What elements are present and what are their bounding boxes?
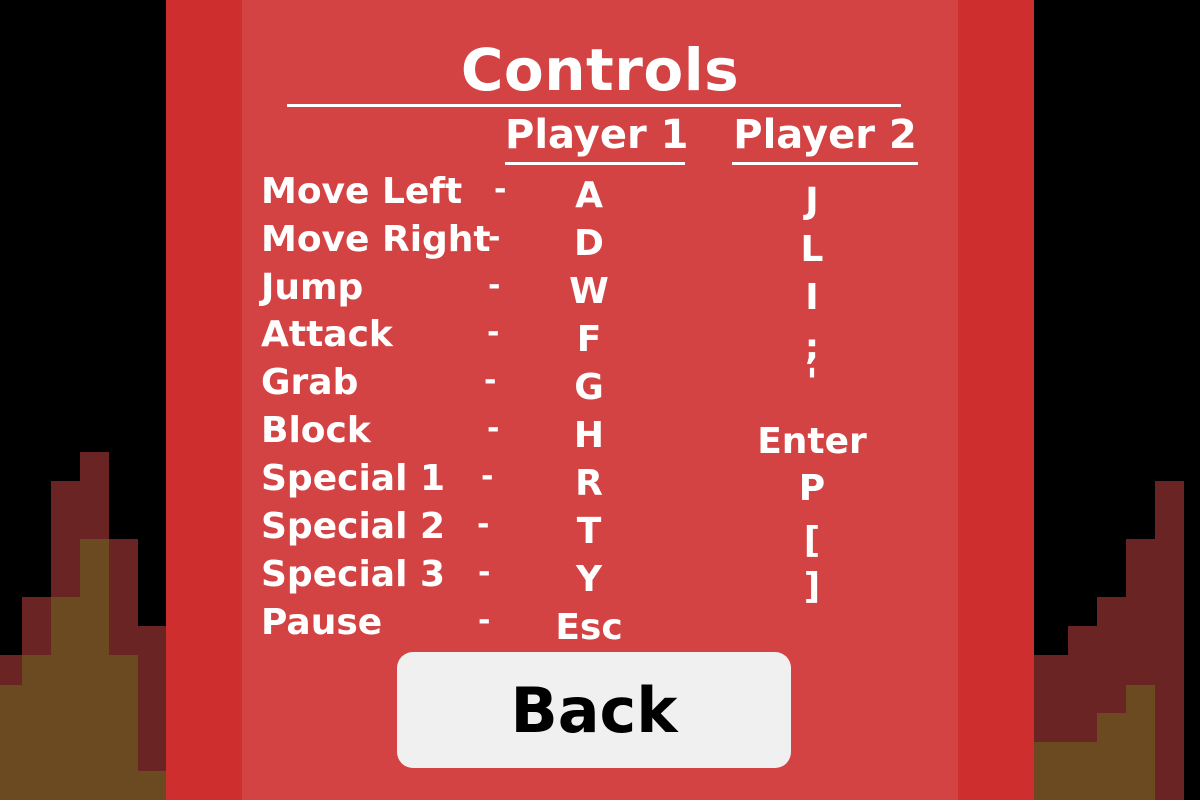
action-separator: - xyxy=(488,268,501,303)
player-1-key: T xyxy=(576,511,602,552)
action-separator: - xyxy=(477,507,490,542)
action-label-grab: Grab xyxy=(261,362,359,403)
action-separator: - xyxy=(481,459,494,494)
player-2-key: ' xyxy=(806,362,818,403)
player-2-key: Enter xyxy=(757,421,867,462)
action-separator: - xyxy=(484,363,497,398)
action-separator: - xyxy=(487,411,500,446)
action-separator: - xyxy=(487,315,500,350)
action-separator: - xyxy=(478,603,491,638)
player-1-key: G xyxy=(574,367,604,408)
column-header-player-2: Player 2 xyxy=(733,112,917,158)
action-label-move-right: Move Right xyxy=(261,219,491,260)
player-1-key: Y xyxy=(575,559,603,600)
player-1-key: D xyxy=(574,223,604,264)
action-label-jump: Jump xyxy=(261,267,364,308)
page-title: Controls xyxy=(460,36,740,104)
column-header-player-1-underline xyxy=(505,162,685,165)
back-button-label: Back xyxy=(510,673,678,747)
player-2-key: I xyxy=(805,277,819,318)
flame-decoration-right xyxy=(1034,0,1200,800)
player-1-key: Esc xyxy=(555,607,623,648)
title-underline xyxy=(287,104,901,107)
player-2-key: [ xyxy=(803,520,821,561)
action-label-special-3: Special 3 xyxy=(261,554,446,595)
column-header-player-2-underline xyxy=(732,162,918,165)
back-button[interactable]: Back xyxy=(397,652,791,768)
action-label-move-left: Move Left xyxy=(261,171,463,212)
action-separator: - xyxy=(494,172,507,207)
action-label-special-1: Special 1 xyxy=(261,458,446,499)
player-2-key: L xyxy=(800,229,824,270)
flame-decoration-left xyxy=(0,0,166,800)
player-2-key: ] xyxy=(803,566,821,607)
player-1-key: A xyxy=(575,175,603,216)
action-separator: - xyxy=(478,555,491,590)
player-1-key: R xyxy=(575,463,603,504)
player-1-key: F xyxy=(576,319,602,360)
action-separator: - xyxy=(488,220,501,255)
player-2-key: J xyxy=(805,181,819,222)
player-1-key: W xyxy=(569,271,609,312)
action-label-block: Block xyxy=(261,410,371,451)
action-label-attack: Attack xyxy=(261,314,393,355)
action-label-special-2: Special 2 xyxy=(261,506,446,547)
player-2-key: P xyxy=(798,468,826,509)
column-header-player-1: Player 1 xyxy=(505,112,689,158)
action-label-pause: Pause xyxy=(261,602,383,643)
player-1-key: H xyxy=(573,415,605,456)
